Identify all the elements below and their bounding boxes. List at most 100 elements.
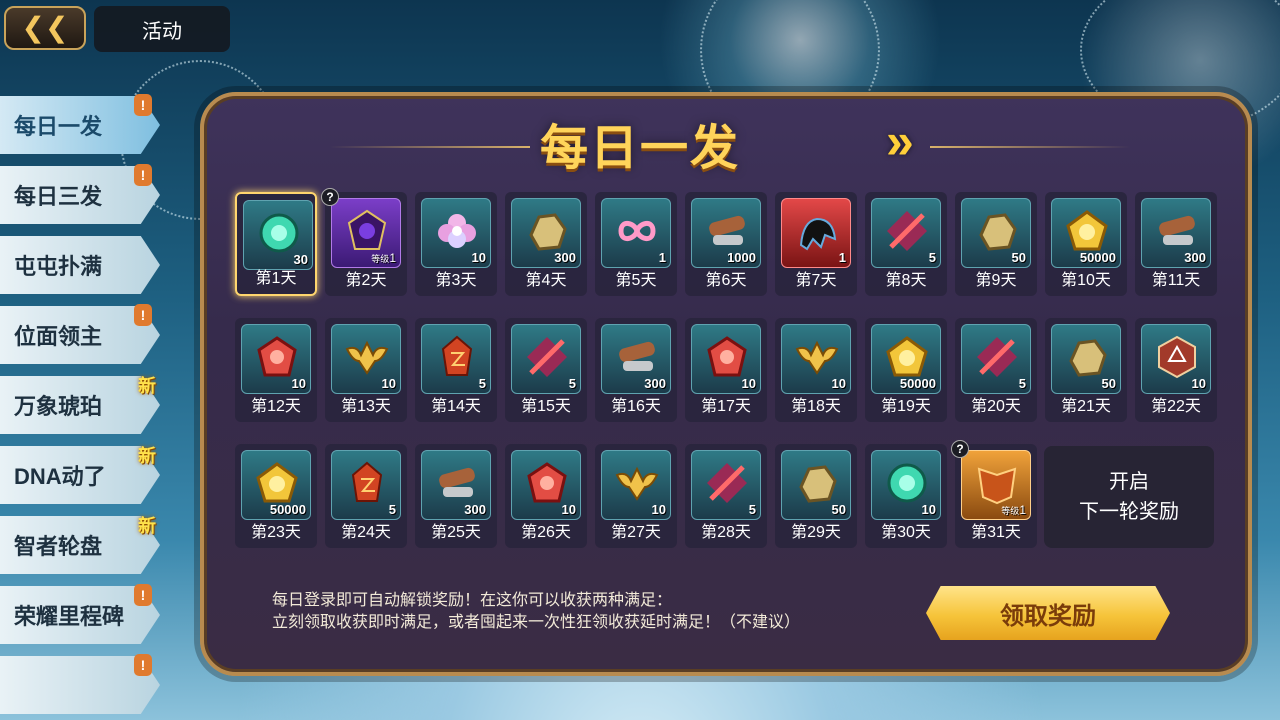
reward-quantity: 1: [838, 250, 846, 265]
reward-day-label: 第24天: [341, 524, 391, 541]
reward-quantity: 300: [464, 502, 486, 517]
reward-icon-frame: 5: [961, 324, 1031, 394]
reward-cell[interactable]: 300 第16天: [595, 318, 677, 422]
reward-level-label: 等级: [1001, 506, 1020, 516]
back-button[interactable]: ❮❮: [4, 6, 86, 50]
next-round-button[interactable]: 开启 下一轮奖励: [1044, 446, 1214, 548]
sidebar-item-label: 智者轮盘: [14, 534, 103, 559]
reward-cell[interactable]: 10 第30天: [865, 444, 947, 548]
sidebar-item-label: 荣耀里程碑: [14, 604, 125, 629]
reward-cell[interactable]: 1000 第6天: [685, 192, 767, 296]
reward-cell[interactable]: 50 第21天: [1045, 318, 1127, 422]
red-slash-icon: [977, 337, 1017, 377]
reward-icon-frame: 10: [421, 198, 491, 268]
reward-day-label: 第11天: [1151, 272, 1201, 289]
sidebar-item[interactable]: DNA动了: [0, 446, 160, 504]
wood-log-icon: [439, 467, 475, 497]
reward-quantity: 5: [748, 502, 756, 517]
hexagon-emblem-icon: [1158, 335, 1196, 379]
reward-icon-frame: 50000: [241, 450, 311, 520]
sidebar-item-wrap: 智者轮盘 新: [0, 516, 170, 574]
red-slash-icon: [527, 337, 567, 377]
reward-cell[interactable]: 10 第3天: [415, 192, 497, 296]
sidebar-item[interactable]: 智者轮盘: [0, 516, 160, 574]
pink-infinity-icon: [618, 221, 656, 241]
double-chevron-right-icon[interactable]: »: [886, 112, 926, 169]
reward-cell[interactable]: 1 第5天: [595, 192, 677, 296]
reward-quantity: 10: [921, 502, 936, 517]
reward-cell[interactable]: 10 第12天: [235, 318, 317, 422]
reward-cell[interactable]: 5 第8天: [865, 192, 947, 296]
reward-icon-frame: 30: [243, 200, 313, 270]
reward-cell[interactable]: 10 第13天: [325, 318, 407, 422]
reward-day-label: 第18天: [791, 398, 841, 415]
description: 每日登录即可自动解锁奖励！在这你可以收获两种满足： 立刻领取收获即时满足，或者囤…: [272, 590, 800, 634]
reward-quantity: 50000: [269, 502, 306, 517]
gold-ore-icon: [799, 465, 837, 503]
reward-cell[interactable]: 50 第29天: [775, 444, 857, 548]
reward-quantity: 50: [1011, 250, 1026, 265]
reward-day-label: 第25天: [431, 524, 481, 541]
reward-day-label: 第7天: [795, 272, 837, 289]
reward-cell[interactable]: 5 第24天: [325, 444, 407, 548]
reward-cell[interactable]: 300 第11天: [1135, 192, 1217, 296]
reward-quantity: 10: [741, 376, 756, 391]
reward-cell[interactable]: 等级1? 第2天: [321, 188, 407, 296]
reward-icon-frame: 5: [511, 324, 581, 394]
reward-cell[interactable]: 10 第22天: [1135, 318, 1217, 422]
gold-coin-icon: [1066, 210, 1108, 251]
sidebar-item-label: DNA动了: [14, 464, 106, 489]
reward-day-label: 第19天: [881, 398, 931, 415]
reward-cell[interactable]: 50000 第19天: [865, 318, 947, 422]
reward-icon-frame: 300: [511, 198, 581, 268]
reward-day-label: 第31天: [971, 524, 1021, 541]
new-badge: 新: [138, 376, 156, 396]
reward-cell[interactable]: 5 第15天: [505, 318, 587, 422]
description-line1: 每日登录即可自动解锁奖励！在这你可以收获两种满足：: [272, 592, 673, 609]
alert-badge: !: [134, 654, 152, 676]
reward-cell[interactable]: 50000 第23天: [235, 444, 317, 548]
reward-cell[interactable]: 50 第9天: [955, 192, 1037, 296]
reward-quantity: 10: [1191, 376, 1206, 391]
reward-cell[interactable]: 300 第25天: [415, 444, 497, 548]
reward-cell[interactable]: 10 第27天: [595, 444, 677, 548]
sidebar-item[interactable]: 万象琥珀: [0, 376, 160, 434]
reward-day-label: 第23天: [251, 524, 301, 541]
reward-icon-frame: 300: [421, 450, 491, 520]
question-mark-icon[interactable]: ?: [321, 188, 339, 206]
reward-cell[interactable]: 5 第28天: [685, 444, 767, 548]
reward-cell[interactable]: 5 第20天: [955, 318, 1037, 422]
gold-ore-icon: [1069, 339, 1107, 377]
reward-cell[interactable]: 300 第4天: [505, 192, 587, 296]
reward-level: 等级1: [1001, 503, 1026, 517]
reward-day-label: 第21天: [1061, 398, 1111, 415]
sidebar-item[interactable]: 屯屯扑满: [0, 236, 160, 294]
reward-cell[interactable]: 10 第18天: [775, 318, 857, 422]
winged-star-icon: [795, 340, 839, 375]
reward-cell[interactable]: 10 第26天: [505, 444, 587, 548]
reward-cell[interactable]: 10 第17天: [685, 318, 767, 422]
reward-quantity: 5: [928, 250, 936, 265]
sidebar-item-wrap: 屯屯扑满: [0, 236, 170, 294]
reward-icon-frame: 50000: [1051, 198, 1121, 268]
reward-cell[interactable]: 1 第7天: [775, 192, 857, 296]
reward-day-label: 第14天: [431, 398, 481, 415]
red-gem-icon: [707, 336, 747, 377]
gold-coin-icon: [256, 462, 298, 503]
reward-cell[interactable]: 30 第1天: [235, 192, 317, 296]
red-slash-icon: [707, 463, 747, 503]
reward-cell[interactable]: 50000 第10天: [1045, 192, 1127, 296]
reward-day-label: 第28天: [701, 524, 751, 541]
reward-cell[interactable]: 等级1? 第31天: [951, 440, 1037, 548]
alert-badge: !: [134, 584, 152, 606]
question-mark-icon[interactable]: ?: [951, 440, 969, 458]
reward-quantity: 50000: [899, 376, 936, 391]
reward-quantity: 300: [644, 376, 666, 391]
claim-reward-button[interactable]: 领取奖励: [926, 586, 1170, 640]
reward-cell[interactable]: 5 第14天: [415, 318, 497, 422]
red-crystal-icon: [441, 335, 473, 376]
reward-icon-frame: 50: [1051, 324, 1121, 394]
reward-day-label: 第16天: [611, 398, 661, 415]
red-gem-icon: [527, 462, 567, 503]
reward-icon-frame: 5: [871, 198, 941, 268]
